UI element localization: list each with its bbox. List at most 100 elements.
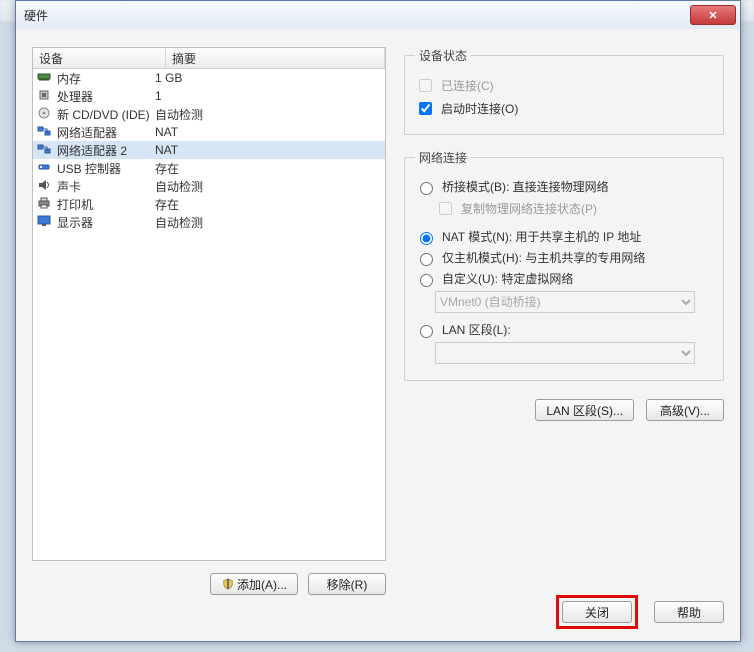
close-button[interactable]: 关闭 (562, 601, 632, 623)
lan-segment-combo (435, 342, 695, 364)
lan-segments-button[interactable]: LAN 区段(S)... (535, 399, 634, 421)
network-connection-group: 网络连接 桥接模式(B): 直接连接物理网络 复制物理网络连接状态(P) (404, 149, 724, 381)
net-icon (37, 125, 53, 139)
device-name: 打印机 (57, 196, 93, 213)
device-table-header: 设备 摘要 (33, 48, 385, 69)
add-hardware-button[interactable]: 添加(A)... (210, 573, 298, 595)
disc-icon (37, 107, 53, 121)
device-rows: 内存1 GB处理器1新 CD/DVD (IDE)自动检测网络适配器NAT网络适配… (33, 69, 385, 231)
device-row[interactable]: 处理器 1 (33, 87, 385, 105)
add-button-label: 添加(A)... (237, 576, 287, 593)
device-row[interactable]: 显示器 自动检测 (33, 213, 385, 231)
device-row[interactable]: 声卡 自动检测 (33, 177, 385, 195)
device-summary: 存在 (155, 196, 381, 213)
device-cell: USB 控制器 (37, 160, 155, 177)
network-extra-buttons: LAN 区段(S)... 高级(V)... (404, 399, 724, 421)
dialog-client-area: 设备 摘要 内存1 GB处理器1新 CD/DVD (IDE)自动检测网络适配器N… (16, 29, 740, 641)
lan-segment-radio[interactable] (420, 325, 433, 338)
device-summary: 1 GB (155, 71, 381, 85)
lan-segment-radio-label[interactable]: LAN 区段(L): (415, 321, 511, 338)
device-name: 显示器 (57, 214, 93, 231)
bridged-radio-label[interactable]: 桥接模式(B): 直接连接物理网络 (415, 178, 609, 195)
device-row[interactable]: USB 控制器 存在 (33, 159, 385, 177)
net-icon (37, 143, 53, 157)
device-summary: 自动检测 (155, 214, 381, 231)
device-name: 处理器 (57, 88, 93, 105)
settings-panel: 设备状态 已连接(C) 启动时连接(O) (404, 47, 724, 595)
device-cell: 显示器 (37, 214, 155, 231)
lan-segment-text: LAN 区段(L): (442, 321, 511, 338)
device-panel: 设备 摘要 内存1 GB处理器1新 CD/DVD (IDE)自动检测网络适配器N… (32, 47, 386, 595)
device-summary: 自动检测 (155, 178, 381, 195)
custom-text: 自定义(U): 特定虚拟网络 (442, 270, 573, 287)
network-connection-legend: 网络连接 (415, 149, 471, 166)
device-name: USB 控制器 (57, 160, 121, 177)
device-cell: 打印机 (37, 196, 155, 213)
sound-icon (37, 179, 53, 193)
device-row[interactable]: 网络适配器 2 NAT (33, 141, 385, 159)
remove-hardware-button[interactable]: 移除(R) (308, 573, 386, 595)
title-bar: 硬件 ✕ (16, 1, 740, 30)
bridged-text: 桥接模式(B): 直接连接物理网络 (442, 178, 609, 195)
device-summary: 自动检测 (155, 106, 381, 123)
connected-checkbox-label: 已连接(C) (415, 76, 494, 95)
replicate-checkbox (439, 202, 452, 215)
connect-at-poweron-label[interactable]: 启动时连接(O) (415, 99, 518, 118)
close-window-button[interactable]: ✕ (690, 5, 736, 25)
col-header-device[interactable]: 设备 (33, 48, 166, 68)
dialog-footer: 关闭 帮助 (556, 595, 724, 629)
close-button-highlight: 关闭 (556, 595, 638, 629)
custom-radio[interactable] (420, 274, 433, 287)
device-cell: 网络适配器 2 (37, 142, 155, 159)
bridged-radio[interactable] (420, 182, 433, 195)
device-name: 网络适配器 2 (57, 142, 127, 159)
device-name: 声卡 (57, 178, 81, 195)
hardware-dialog: 硬件 ✕ 设备 摘要 内存1 GB处理器1新 CD/DVD (IDE)自动检测网… (15, 0, 741, 642)
device-summary: NAT (155, 125, 381, 139)
help-button[interactable]: 帮助 (654, 601, 724, 623)
printer-icon (37, 197, 53, 211)
nat-radio-label[interactable]: NAT 模式(N): 用于共享主机的 IP 地址 (415, 228, 641, 245)
device-summary: 1 (155, 89, 381, 103)
nat-text: NAT 模式(N): 用于共享主机的 IP 地址 (442, 228, 641, 245)
cpu-icon (37, 89, 53, 103)
device-name: 网络适配器 (57, 124, 117, 141)
device-cell: 处理器 (37, 88, 155, 105)
device-cell: 声卡 (37, 178, 155, 195)
replicate-checkbox-label: 复制物理网络连接状态(P) (435, 199, 597, 218)
display-icon (37, 215, 53, 229)
device-row[interactable]: 打印机 存在 (33, 195, 385, 213)
replicate-text: 复制物理网络连接状态(P) (461, 200, 597, 217)
device-row[interactable]: 新 CD/DVD (IDE) 自动检测 (33, 105, 385, 123)
memory-icon (37, 71, 53, 85)
connected-checkbox (419, 79, 432, 92)
device-status-group: 设备状态 已连接(C) 启动时连接(O) (404, 47, 724, 135)
device-row[interactable]: 内存 1 GB (33, 69, 385, 87)
usb-icon (37, 161, 53, 175)
hostonly-radio[interactable] (420, 253, 433, 266)
window-title: 硬件 (24, 7, 690, 24)
device-row[interactable]: 网络适配器 NAT (33, 123, 385, 141)
device-cell: 网络适配器 (37, 124, 155, 141)
device-summary: NAT (155, 143, 381, 157)
device-cell: 内存 (37, 70, 155, 87)
hostonly-radio-label[interactable]: 仅主机模式(H): 与主机共享的专用网络 (415, 249, 645, 266)
device-summary: 存在 (155, 160, 381, 177)
device-name: 新 CD/DVD (IDE) (57, 106, 150, 123)
nat-radio[interactable] (420, 232, 433, 245)
col-header-summary[interactable]: 摘要 (166, 48, 385, 68)
device-name: 内存 (57, 70, 81, 87)
connected-text: 已连接(C) (441, 77, 494, 94)
advanced-button[interactable]: 高级(V)... (646, 399, 724, 421)
hostonly-text: 仅主机模式(H): 与主机共享的专用网络 (442, 249, 645, 266)
connect-at-poweron-checkbox[interactable] (419, 102, 432, 115)
device-table: 设备 摘要 内存1 GB处理器1新 CD/DVD (IDE)自动检测网络适配器N… (32, 47, 386, 561)
device-status-legend: 设备状态 (415, 47, 471, 64)
shield-icon (221, 578, 233, 590)
device-cell: 新 CD/DVD (IDE) (37, 106, 155, 123)
connect-at-poweron-text: 启动时连接(O) (441, 100, 518, 117)
close-icon: ✕ (708, 9, 717, 22)
device-buttons: 添加(A)... 移除(R) (32, 561, 386, 595)
custom-vmnet-combo: VMnet0 (自动桥接) (435, 291, 695, 313)
custom-radio-label[interactable]: 自定义(U): 特定虚拟网络 (415, 270, 573, 287)
